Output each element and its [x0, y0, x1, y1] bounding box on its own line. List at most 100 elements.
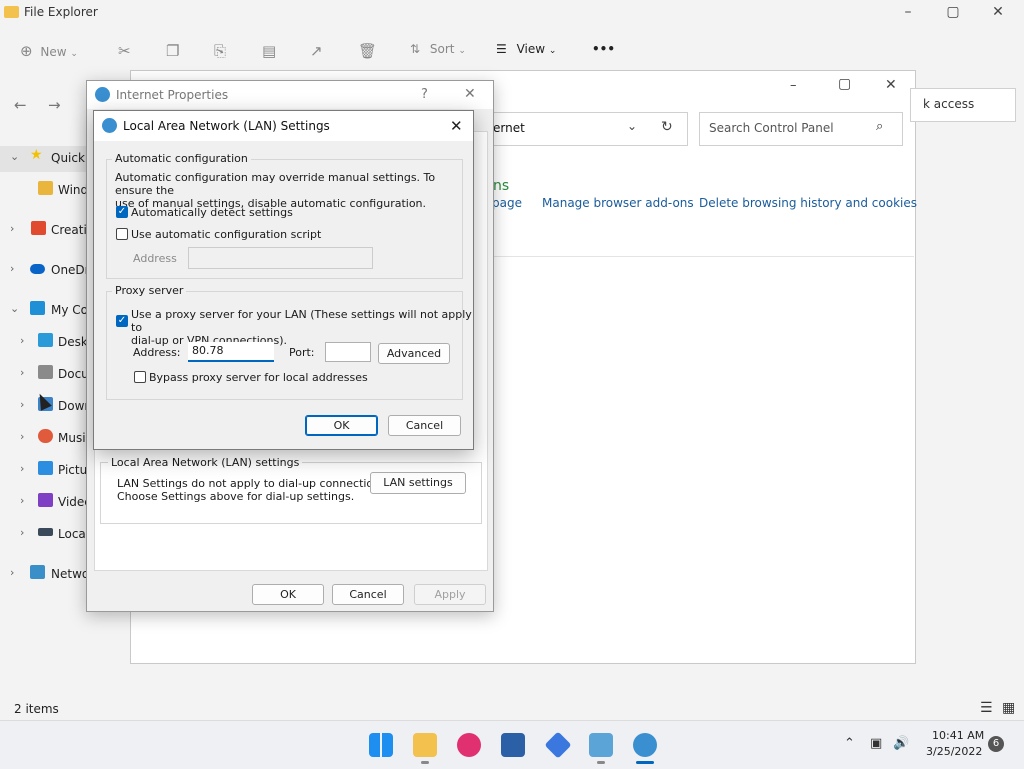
- volume-icon[interactable]: 🔊: [893, 736, 909, 751]
- rename-icon[interactable]: ▤: [262, 42, 276, 60]
- windows-start-icon[interactable]: [369, 733, 393, 757]
- cloud-icon: [30, 264, 45, 274]
- details-view-icon[interactable]: ☰: [980, 700, 993, 716]
- auto-script-label: Use automatic configuration script: [131, 228, 322, 241]
- bypass-local-checkbox[interactable]: [134, 371, 146, 383]
- notification-badge[interactable]: 6: [988, 736, 1004, 752]
- search-input[interactable]: Search Control Panel ⌕: [699, 112, 903, 146]
- plus-icon: ⊕: [20, 42, 33, 60]
- help-button[interactable]: ?: [421, 87, 428, 102]
- folder-icon: [38, 181, 53, 195]
- maximize-button[interactable]: ▢: [938, 4, 968, 24]
- chevron-right-icon: ›: [20, 334, 25, 347]
- sidebar-item-local-disk[interactable]: › Local: [0, 522, 88, 548]
- control-panel-icon[interactable]: [589, 733, 613, 757]
- chevron-up-icon[interactable]: ⌃: [844, 736, 855, 751]
- chevron-right-icon: ›: [20, 462, 25, 475]
- dialog-title: Internet Properties: [116, 88, 229, 102]
- minimize-button[interactable]: –: [790, 78, 797, 93]
- maximize-button[interactable]: ▢: [838, 76, 851, 92]
- clock-date[interactable]: 3/25/2022: [926, 745, 982, 758]
- quick-access-box[interactable]: k access: [910, 88, 1016, 122]
- cancel-button[interactable]: Cancel: [332, 584, 404, 605]
- back-arrow-icon[interactable]: ←: [14, 96, 27, 114]
- proxy-port-input[interactable]: [325, 342, 371, 362]
- close-button[interactable]: ✕: [464, 86, 476, 102]
- share-icon[interactable]: ↗: [310, 42, 323, 60]
- chevron-down-icon[interactable]: ⌄: [627, 119, 637, 133]
- view-button[interactable]: ☰ View ⌄: [496, 42, 556, 56]
- sidebar-item-creative-cloud[interactable]: › Creativ: [0, 218, 88, 244]
- chevron-right-icon: ›: [20, 430, 25, 443]
- tiles-view-icon[interactable]: ▦: [1002, 700, 1015, 716]
- minimize-button[interactable]: –: [893, 4, 923, 24]
- dialog-title: Local Area Network (LAN) Settings: [123, 119, 330, 133]
- sidebar: ⌄ ★ Quick Wind › Creativ › OneDr ⌄ My Co…: [0, 140, 90, 600]
- advanced-button[interactable]: Advanced: [378, 343, 450, 364]
- apply-button: Apply: [414, 584, 486, 605]
- homepage-link[interactable]: page: [492, 196, 522, 210]
- delete-icon[interactable]: 🗑: [358, 42, 377, 60]
- sidebar-item-documents[interactable]: › Docu: [0, 362, 88, 388]
- cancel-button[interactable]: Cancel: [388, 415, 461, 436]
- internet-options-icon[interactable]: [633, 733, 657, 757]
- proxy-server-title: Proxy server: [112, 284, 187, 297]
- automatic-configuration-description: Automatic configuration may override man…: [115, 171, 436, 210]
- view-icon: ☰: [496, 42, 507, 56]
- proxy-address-input[interactable]: 80.78: [188, 342, 274, 362]
- close-button[interactable]: ✕: [885, 77, 897, 93]
- active-indicator: [597, 761, 605, 764]
- sidebar-item-windows[interactable]: Wind: [0, 178, 88, 204]
- close-button[interactable]: ✕: [450, 117, 463, 135]
- computer-icon: [30, 301, 45, 315]
- chevron-down-icon: ⌄: [10, 302, 20, 315]
- address-bar[interactable]: ernet ⌄ ↻: [480, 112, 688, 146]
- network-icon[interactable]: ▣: [870, 736, 882, 751]
- more-options-button[interactable]: •••: [592, 42, 615, 56]
- globe-icon: [95, 87, 110, 102]
- manage-addons-link[interactable]: Manage browser add-ons: [542, 196, 694, 210]
- ok-button[interactable]: OK: [252, 584, 324, 605]
- file-explorer-icon[interactable]: [413, 733, 437, 757]
- desktop-icon: [38, 333, 53, 347]
- sidebar-item-network[interactable]: › Netwo: [0, 562, 88, 588]
- active-indicator: [421, 761, 429, 764]
- sidebar-item-quick-access[interactable]: ⌄ ★ Quick: [0, 146, 88, 172]
- sidebar-item-onedrive[interactable]: › OneDr: [0, 258, 88, 284]
- lan-settings-dialog: Local Area Network (LAN) Settings ✕ Auto…: [93, 110, 474, 450]
- new-button[interactable]: ⊕ New ⌄: [20, 42, 78, 60]
- script-address-input: [188, 247, 373, 269]
- star-icon: ★: [30, 147, 43, 163]
- forward-arrow-icon[interactable]: →: [48, 96, 61, 114]
- use-proxy-checkbox[interactable]: ✓: [116, 315, 128, 327]
- folder-icon: [4, 6, 19, 18]
- creative-cloud-icon: [31, 221, 46, 235]
- creative-cloud-icon[interactable]: [457, 733, 481, 757]
- sort-button[interactable]: ⇅ Sort ⌄: [410, 42, 466, 56]
- cut-icon[interactable]: ✂: [118, 42, 131, 60]
- sidebar-item-videos[interactable]: › Videc: [0, 490, 88, 516]
- auto-detect-checkbox[interactable]: ✓: [116, 206, 128, 218]
- clock-time[interactable]: 10:41 AM: [932, 729, 984, 742]
- sidebar-item-desktop[interactable]: › Deskt: [0, 330, 88, 356]
- globe-icon: [102, 118, 117, 133]
- automatic-configuration-title: Automatic configuration: [112, 152, 251, 165]
- app-diamond-icon[interactable]: [544, 731, 572, 759]
- auto-script-checkbox[interactable]: [116, 228, 128, 240]
- sidebar-item-my-computer[interactable]: ⌄ My Co: [0, 298, 88, 324]
- sidebar-item-pictures[interactable]: › Pictu: [0, 458, 88, 484]
- delete-history-link[interactable]: Delete browsing history and cookies: [699, 196, 917, 210]
- use-proxy-label: Use a proxy server for your LAN (These s…: [131, 308, 472, 347]
- paste-icon[interactable]: ⎘: [214, 42, 226, 60]
- store-icon[interactable]: [501, 733, 525, 757]
- sidebar-item-music[interactable]: › Musi: [0, 426, 88, 452]
- close-button[interactable]: ✕: [983, 4, 1013, 24]
- ok-button[interactable]: OK: [305, 415, 378, 436]
- status-bar-item-count: 2 items: [14, 702, 59, 716]
- lan-settings-button[interactable]: LAN settings: [370, 472, 466, 494]
- chevron-right-icon: ›: [20, 526, 25, 539]
- network-icon: [30, 565, 45, 579]
- dialog-titlebar: Internet Properties ? ✕: [87, 81, 493, 109]
- copy-icon[interactable]: ❐: [166, 42, 179, 60]
- refresh-icon[interactable]: ↻: [661, 119, 673, 135]
